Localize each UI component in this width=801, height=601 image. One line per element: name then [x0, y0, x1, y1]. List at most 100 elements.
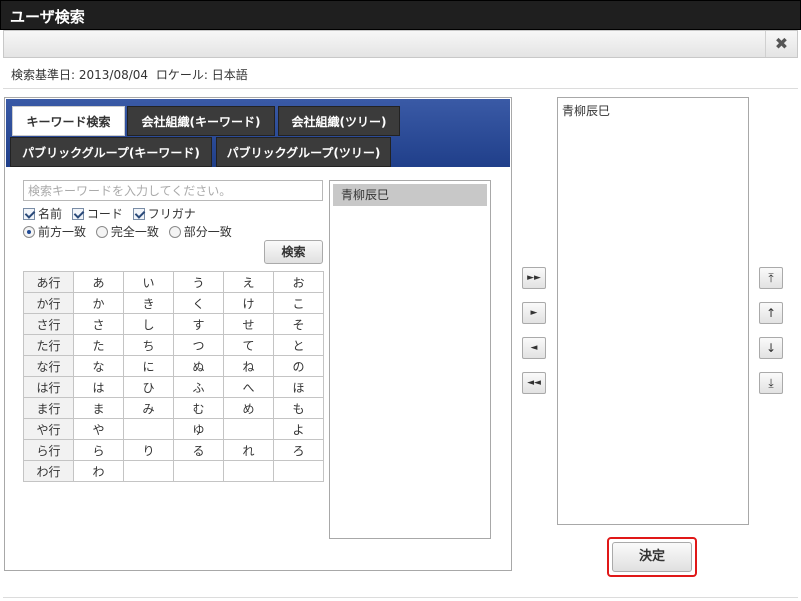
add-all-button[interactable]: ►►: [522, 267, 546, 289]
search-target-options: 名前 コード フリガナ: [23, 205, 202, 221]
kana-cell[interactable]: わ: [73, 460, 124, 482]
kana-cell[interactable]: む: [173, 397, 224, 419]
kana-cell[interactable]: ち: [123, 334, 174, 356]
kana-cell[interactable]: つ: [173, 334, 224, 356]
kana-row-header[interactable]: た行: [23, 334, 74, 356]
kana-cell[interactable]: の: [273, 355, 324, 377]
kana-cell[interactable]: へ: [223, 376, 274, 398]
remove-all-button[interactable]: ◄◄: [522, 372, 546, 394]
kana-empty-cell: [123, 418, 174, 440]
partial-match-radio[interactable]: [168, 225, 181, 238]
kana-empty-cell: [273, 460, 324, 482]
kana-cell[interactable]: そ: [273, 313, 324, 335]
kana-row: か行かきくけこ: [23, 292, 324, 314]
kana-cell[interactable]: よ: [273, 418, 324, 440]
kana-cell[interactable]: あ: [73, 271, 124, 293]
kana-row-header[interactable]: わ行: [23, 460, 74, 482]
search-results-list[interactable]: 青柳辰巳: [329, 180, 491, 539]
kana-row-header[interactable]: さ行: [23, 313, 74, 335]
kana-cell[interactable]: せ: [223, 313, 274, 335]
exact-match-radio[interactable]: [95, 225, 108, 238]
kana-cell[interactable]: る: [173, 439, 224, 461]
kana-cell[interactable]: き: [123, 292, 174, 314]
kana-cell[interactable]: ふ: [173, 376, 224, 398]
code-checkbox[interactable]: [71, 207, 84, 220]
kana-cell[interactable]: た: [73, 334, 124, 356]
move-top-button[interactable]: ⤒: [759, 267, 783, 289]
kana-cell[interactable]: ぬ: [173, 355, 224, 377]
kana-row-header[interactable]: や行: [23, 418, 74, 440]
kana-cell[interactable]: お: [273, 271, 324, 293]
prefix-match-radio[interactable]: [23, 225, 35, 238]
kana-cell[interactable]: ろ: [273, 439, 324, 461]
confirm-button[interactable]: 決定: [612, 542, 692, 572]
match-mode-options: 前方一致 完全一致 部分一致: [23, 223, 238, 239]
name-checkbox-label: 名前: [38, 207, 63, 221]
kana-row-header[interactable]: な行: [23, 355, 74, 377]
kana-row: ら行らりるれろ: [23, 439, 324, 461]
keyword-search-input[interactable]: [23, 180, 323, 201]
kana-cell[interactable]: り: [123, 439, 174, 461]
kana-cell[interactable]: ま: [73, 397, 124, 419]
name-checkbox[interactable]: [23, 207, 35, 220]
remove-button[interactable]: ◄: [522, 337, 546, 359]
prefix-match-label: 前方一致: [38, 225, 87, 239]
tab-keyword-search[interactable]: キーワード検索: [12, 106, 125, 136]
kana-cell[interactable]: ほ: [273, 376, 324, 398]
window-title: ユーザ検索: [10, 8, 85, 26]
match-partial-option[interactable]: 部分一致: [168, 223, 232, 240]
kana-cell[interactable]: み: [123, 397, 174, 419]
move-bottom-button[interactable]: ⤓: [759, 372, 783, 394]
kana-cell[interactable]: も: [273, 397, 324, 419]
kana-row-header[interactable]: ら行: [23, 439, 74, 461]
selected-item[interactable]: 青柳辰巳: [558, 98, 748, 123]
add-button[interactable]: ►: [522, 302, 546, 324]
kana-cell[interactable]: ね: [223, 355, 274, 377]
match-exact-option[interactable]: 完全一致: [95, 223, 159, 240]
kana-row-header[interactable]: は行: [23, 376, 74, 398]
move-down-button[interactable]: ↓: [759, 337, 783, 359]
kana-cell[interactable]: め: [223, 397, 274, 419]
close-icon[interactable]: ✖: [765, 31, 797, 57]
kana-cell[interactable]: な: [73, 355, 124, 377]
kana-cell[interactable]: か: [73, 292, 124, 314]
target-furigana-option[interactable]: フリガナ: [132, 205, 196, 222]
kana-cell[interactable]: こ: [273, 292, 324, 314]
kana-cell[interactable]: い: [123, 271, 174, 293]
kana-cell[interactable]: は: [73, 376, 124, 398]
kana-row-header[interactable]: か行: [23, 292, 74, 314]
kana-cell[interactable]: し: [123, 313, 174, 335]
kana-cell[interactable]: と: [273, 334, 324, 356]
kana-row-header[interactable]: ま行: [23, 397, 74, 419]
furigana-checkbox[interactable]: [132, 207, 145, 220]
kana-cell[interactable]: て: [223, 334, 274, 356]
kana-cell[interactable]: け: [223, 292, 274, 314]
kana-cell[interactable]: え: [223, 271, 274, 293]
kana-cell[interactable]: く: [173, 292, 224, 314]
kana-cell[interactable]: に: [123, 355, 174, 377]
result-item[interactable]: 青柳辰巳: [333, 184, 487, 206]
remove-all-icon: ◄◄: [527, 378, 541, 388]
target-name-option[interactable]: 名前: [23, 205, 62, 222]
tab-public-group-keyword[interactable]: パブリックグループ(キーワード): [10, 137, 212, 167]
move-up-button[interactable]: ↑: [759, 302, 783, 324]
kana-cell[interactable]: れ: [223, 439, 274, 461]
tab-company-org-tree[interactable]: 会社組織(ツリー): [278, 106, 400, 136]
kana-cell[interactable]: ゆ: [173, 418, 224, 440]
match-prefix-option[interactable]: 前方一致: [23, 223, 86, 240]
kana-cell[interactable]: さ: [73, 313, 124, 335]
kana-empty-cell: [173, 460, 224, 482]
target-code-option[interactable]: コード: [71, 205, 123, 222]
selected-users-list[interactable]: 青柳辰巳: [557, 97, 749, 525]
kana-row: わ行わ: [23, 460, 324, 482]
kana-cell[interactable]: す: [173, 313, 224, 335]
kana-cell[interactable]: う: [173, 271, 224, 293]
kana-row-header[interactable]: あ行: [23, 271, 74, 293]
kana-cell[interactable]: ら: [73, 439, 124, 461]
kana-cell[interactable]: や: [73, 418, 124, 440]
kana-cell[interactable]: ひ: [123, 376, 174, 398]
tab-company-org-keyword[interactable]: 会社組織(キーワード): [127, 106, 275, 136]
kana-row: や行や ゆ よ: [23, 418, 324, 440]
tab-public-group-tree[interactable]: パブリックグループ(ツリー): [216, 137, 391, 167]
search-button[interactable]: 検索: [264, 240, 323, 264]
